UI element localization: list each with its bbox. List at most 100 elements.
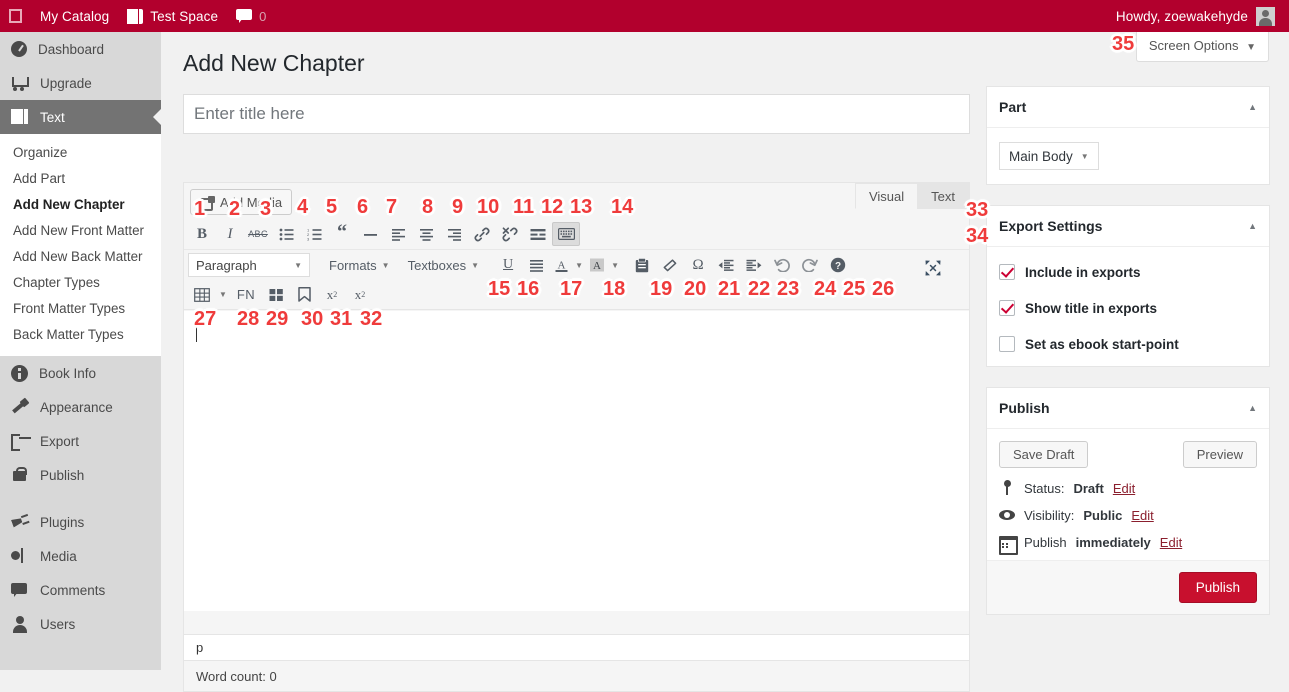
bullet-list-button[interactable] [272,222,300,246]
subscript-button[interactable]: x2 [346,283,374,307]
superscript-button[interactable]: x2 [318,283,346,307]
publish-button[interactable]: Publish [1178,572,1257,603]
tab-visual[interactable]: Visual [854,183,919,209]
export-settings-header[interactable]: Export Settings ▲ [987,206,1269,247]
test-space-link[interactable]: Test Space [118,0,227,32]
ebook-start-point-checkbox[interactable] [999,336,1015,352]
part-select[interactable]: Main Body ▼ [999,142,1099,170]
sidebar-item-publish[interactable]: Publish [0,458,161,492]
table-button[interactable] [188,283,216,307]
text-color-dropdown[interactable]: ▼ [572,253,586,277]
title-placeholder: Enter title here [194,104,305,123]
justify-button[interactable] [522,253,550,277]
ebook-start-point-label: Set as ebook start-point [1025,336,1179,352]
sidebar-subitem-add-new-back-matter[interactable]: Add New Back Matter [0,244,161,270]
save-draft-button[interactable]: Save Draft [999,441,1089,468]
account-menu[interactable]: Howdy, zoewakehyde [1116,0,1289,32]
clear-formatting-button[interactable] [656,253,684,277]
align-left-button[interactable] [384,222,412,246]
undo-button[interactable] [768,253,796,277]
textboxes-menu[interactable]: Textboxes ▼ [399,258,488,273]
background-color-button[interactable]: A [586,253,608,277]
tab-text[interactable]: Text [917,183,969,209]
show-title-in-exports-checkbox[interactable] [999,300,1015,316]
sidebar-subitem-back-matter-types[interactable]: Back Matter Types [0,322,161,348]
publish-icon [11,466,29,484]
textboxes-menu-label: Textboxes [407,257,467,273]
sidebar-item-comments[interactable]: Comments [0,573,161,607]
redo-button[interactable] [796,253,824,277]
outdent-button[interactable] [712,253,740,277]
toolbar-toggle-button[interactable] [552,222,580,246]
collapse-icon[interactable]: ▲ [1248,102,1257,112]
sidebar-subitem-add-new-chapter[interactable]: Add New Chapter [0,192,161,218]
underline-button[interactable]: U [494,253,522,277]
sidebar-item-book-info[interactable]: Book Info [0,356,161,390]
sidebar-item-media[interactable]: Media [0,539,161,573]
paste-as-text-button[interactable] [628,253,656,277]
glossary-terms-button[interactable] [262,283,290,307]
footnote-button[interactable]: FN [230,283,262,307]
italic-button[interactable]: I [216,222,244,246]
screen-options-button[interactable]: Screen Options ▼ [1135,32,1269,62]
comments-link[interactable]: 0 [227,0,275,32]
annotation-number-22: 22 [748,278,771,300]
blockquote-button[interactable]: “ [328,222,356,246]
part-panel-header[interactable]: Part ▲ [987,87,1269,128]
part-panel-body: Main Body ▼ [987,128,1269,184]
text-color-button[interactable]: A [550,253,572,277]
collapse-icon[interactable]: ▲ [1248,221,1257,231]
my-catalog-link[interactable]: My Catalog [31,0,118,32]
show-title-in-exports-row[interactable]: Show title in exports [999,300,1257,316]
add-media-button[interactable]: Add Media [190,189,293,215]
sidebar-item-dashboard[interactable]: Dashboard [0,32,161,66]
annotation-number-13: 13 [570,196,593,218]
title-input[interactable]: Enter title here [183,94,970,134]
visibility-edit-link[interactable]: Edit [1131,508,1153,523]
bold-button[interactable]: B [188,222,216,246]
numbered-list-button[interactable]: 123 [300,222,328,246]
align-center-button[interactable] [412,222,440,246]
keyboard-shortcuts-button[interactable]: ? [824,253,852,277]
site-icon-item[interactable] [0,0,31,32]
sidebar-item-plugins[interactable]: Plugins [0,505,161,539]
include-in-exports-checkbox[interactable] [999,264,1015,280]
strikethrough-button[interactable]: ABC [244,222,272,246]
sidebar-item-appearance[interactable]: Appearance [0,390,161,424]
special-character-button[interactable]: Ω [684,253,712,277]
collapse-icon[interactable]: ▲ [1248,403,1257,413]
formats-menu[interactable]: Formats ▼ [320,258,399,273]
horizontal-rule-button[interactable] [356,222,384,246]
align-right-button[interactable] [440,222,468,246]
sidebar-subitem-organize[interactable]: Organize [0,140,161,166]
sidebar-item-upgrade[interactable]: Upgrade [0,66,161,100]
sidebar-subitem-chapter-types[interactable]: Chapter Types [0,270,161,296]
editor-content-area[interactable] [184,311,969,611]
sidebar-item-users[interactable]: Users [0,607,161,641]
indent-button[interactable] [740,253,768,277]
remove-link-button[interactable] [496,222,524,246]
chevron-down-icon: ▼ [611,260,620,270]
background-color-dropdown[interactable]: ▼ [608,253,622,277]
sidebar-subitem-add-new-front-matter[interactable]: Add New Front Matter [0,218,161,244]
sidebar-subitem-add-part[interactable]: Add Part [0,166,161,192]
insert-link-button[interactable] [468,222,496,246]
paragraph-format-select[interactable]: Paragraph ▼ [188,253,310,277]
annotation-number-20: 20 [684,278,707,300]
read-more-button[interactable] [524,222,552,246]
table-dropdown[interactable]: ▼ [216,283,230,307]
sidebar-item-export[interactable]: Export [0,424,161,458]
fullscreen-button[interactable] [919,256,947,280]
editor-toolbar-row-1: B I ABC 123 “ [184,219,969,250]
include-in-exports-row[interactable]: Include in exports [999,264,1257,280]
media-icon [11,547,29,565]
publish-panel-header[interactable]: Publish ▲ [987,388,1269,429]
sidebar-item-text[interactable]: Text [0,100,161,134]
schedule-edit-link[interactable]: Edit [1160,535,1182,550]
dashboard-icon [11,41,27,57]
preview-button[interactable]: Preview [1182,441,1257,468]
sidebar-subitem-front-matter-types[interactable]: Front Matter Types [0,296,161,322]
ebook-start-point-row[interactable]: Set as ebook start-point [999,336,1257,352]
anchor-button[interactable] [290,283,318,307]
status-edit-link[interactable]: Edit [1113,481,1135,496]
